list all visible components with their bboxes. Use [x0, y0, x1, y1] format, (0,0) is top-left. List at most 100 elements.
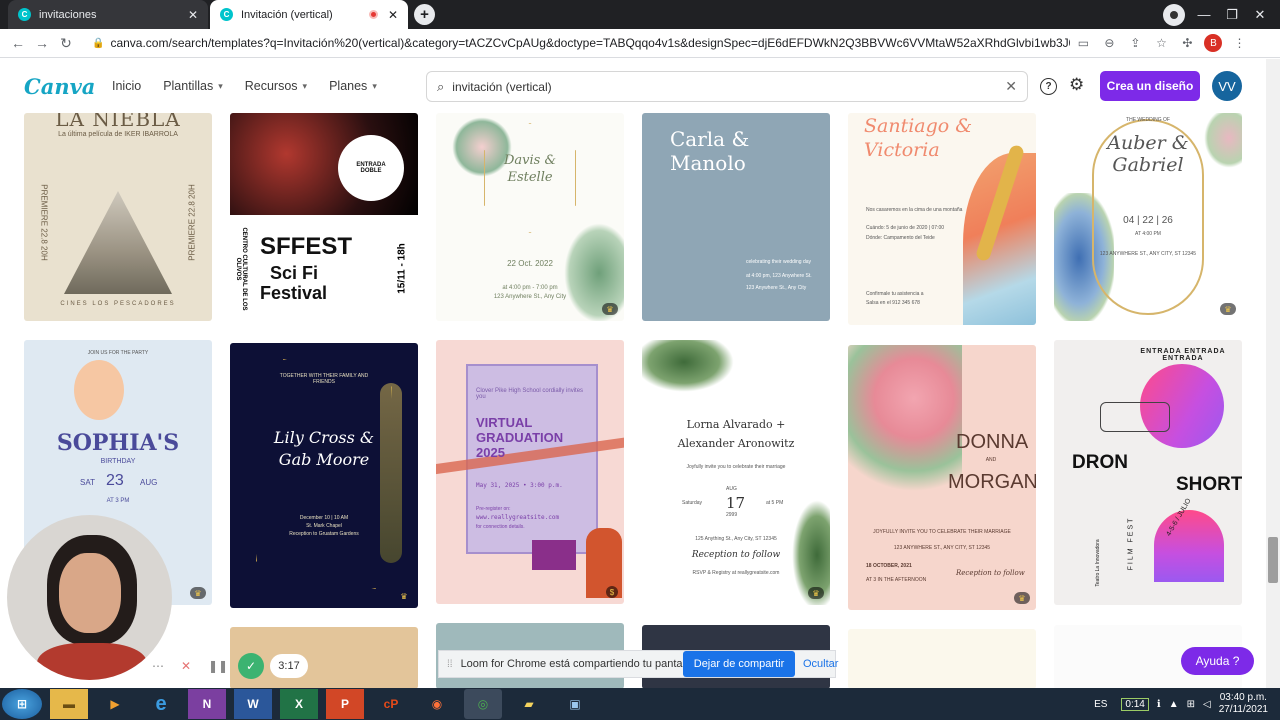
- window-app-icon[interactable]: ▣: [556, 689, 594, 719]
- card-side-text: CENTRO CULTURAL DE LOS OLIVOS: [235, 227, 247, 311]
- card-names: Lorna Alvarado + Alexander Aronowitz: [677, 418, 795, 450]
- window-controls: — ❐ ✕: [1190, 0, 1274, 29]
- url-field[interactable]: canva.com/search/templates?q=Invitación%…: [110, 36, 1070, 50]
- template-card-lorna-alexander[interactable]: Lorna Alvarado + Alexander Aronowitz Joy…: [642, 340, 830, 605]
- onenote-icon[interactable]: N: [188, 689, 226, 719]
- template-card-la-niebla[interactable]: LA NIEBLA La última película de IKER IBA…: [24, 113, 212, 321]
- start-button[interactable]: ⊞: [2, 689, 42, 719]
- card-stamp: ENTRADA DOBLE: [338, 135, 404, 201]
- zoom-icon[interactable]: ⊖: [1096, 36, 1122, 50]
- card-month: AUG: [726, 486, 737, 492]
- drone-illustration: [1100, 402, 1170, 432]
- nav-label: Recursos: [244, 79, 298, 93]
- card-time: AT 4:00 PM: [1135, 231, 1161, 237]
- language-indicator[interactable]: ES: [1094, 699, 1107, 710]
- close-tab-icon[interactable]: ✕: [186, 8, 200, 22]
- nav-label: Plantillas: [163, 79, 214, 93]
- card-footer: CINES LOS PESCADORES: [60, 301, 176, 307]
- loom-more-icon[interactable]: ⋯: [148, 652, 168, 680]
- battery-indicator[interactable]: 0:14: [1121, 697, 1149, 711]
- volume-icon[interactable]: ◁: [1203, 699, 1211, 710]
- template-card-carla-manolo[interactable]: Carla & Manolo celebrating their wedding…: [642, 113, 830, 321]
- more-menu-icon[interactable]: ⋮: [1226, 36, 1252, 50]
- internet-explorer-icon[interactable]: e: [142, 689, 180, 719]
- excel-icon[interactable]: X: [280, 689, 318, 719]
- network-icon[interactable]: ⊞: [1187, 699, 1195, 710]
- card-theatre: Teatro La Innovadora: [1095, 539, 1101, 587]
- lock-icon[interactable]: 🔒: [92, 38, 104, 49]
- extensions-icon[interactable]: ✣: [1174, 36, 1200, 50]
- card-side-text: FILM FEST: [1127, 516, 1135, 571]
- nav-planes[interactable]: Planes ▾: [329, 79, 377, 93]
- loom-pause-icon[interactable]: ❚❚: [206, 654, 230, 678]
- media-recording-icon[interactable]: [1163, 4, 1185, 26]
- magnolia-illustration: [848, 345, 962, 509]
- clock[interactable]: 03:40 p.m. 27/11/2021: [1219, 692, 1268, 716]
- help-icon[interactable]: ?: [1040, 78, 1057, 95]
- create-design-button[interactable]: Crea un diseño: [1100, 71, 1200, 101]
- file-explorer-icon[interactable]: ▬: [50, 689, 88, 719]
- scrollbar-thumb[interactable]: [1268, 537, 1278, 583]
- stop-sharing-button[interactable]: Dejar de compartir: [683, 651, 795, 677]
- drag-handle-icon[interactable]: ⁞⁞: [447, 659, 453, 670]
- chrome-icon[interactable]: ◎: [464, 689, 502, 719]
- card-reception: Reception to Gruatam Gardens: [289, 531, 359, 537]
- clear-search-icon[interactable]: ✕: [1005, 78, 1017, 95]
- nav-plantillas[interactable]: Plantillas ▾: [163, 79, 223, 93]
- user-avatar[interactable]: VV: [1212, 71, 1242, 101]
- cast-icon[interactable]: ▭: [1070, 36, 1096, 50]
- media-player-icon[interactable]: ▶: [96, 689, 134, 719]
- tab-invitacion-vertical[interactable]: C Invitación (vertical) ✕: [210, 0, 408, 29]
- nav-inicio[interactable]: Inicio: [112, 79, 141, 93]
- template-card-sffest[interactable]: ENTRADA DOBLE CENTRO CULTURAL DE LOS OLI…: [230, 113, 418, 321]
- firefox-icon[interactable]: ◉: [418, 689, 456, 719]
- card-arc-text: ENTRADA ENTRADA ENTRADA: [1140, 348, 1226, 362]
- reload-icon[interactable]: ↻: [54, 35, 78, 52]
- loom-sharing-text: Loom for Chrome está compartiendo tu pan…: [460, 658, 697, 670]
- word-icon[interactable]: W: [234, 689, 272, 719]
- loom-done-icon[interactable]: ✓: [238, 653, 264, 679]
- template-card-auber-gabriel[interactable]: THE WEDDING OF Auber & Gabriel 04 | 22 |…: [1054, 113, 1242, 321]
- maximize-icon[interactable]: ❐: [1218, 7, 1246, 23]
- bookmark-star-icon[interactable]: ☆: [1148, 36, 1174, 50]
- tab-invitaciones[interactable]: C invitaciones ✕: [8, 0, 208, 29]
- card-address: 123 ANYWHERE ST., ANY CITY, ST 12345: [893, 545, 991, 551]
- card-line: Dónde: Campamento del Teide: [866, 235, 935, 241]
- person-shirt: [37, 643, 147, 680]
- profile-avatar[interactable]: B: [1204, 34, 1223, 52]
- search-input[interactable]: ⌕ invitación (vertical) ✕: [426, 71, 1028, 102]
- powerpoint-icon[interactable]: P: [326, 689, 364, 719]
- new-tab-button[interactable]: +: [414, 4, 435, 25]
- template-card-davis-estelle[interactable]: Davis & Estelle 22 Oct. 2022 at 4:00 pm …: [436, 113, 624, 321]
- template-card-dron-short[interactable]: ENTRADA ENTRADA ENTRADA DRON SHORT FILM …: [1054, 340, 1242, 605]
- template-card-lily-gab[interactable]: TOGETHER WITH THEIR FAMILY AND FRIENDS L…: [230, 343, 418, 608]
- template-card-donna-morgan[interactable]: DONNA AND MORGAN JOYFULLY INVITE YOU TO …: [848, 345, 1036, 610]
- canva-header: Canva Inicio Plantillas ▾ Recursos ▾ Plane…: [0, 59, 1280, 113]
- card-title: VIRTUAL GRADUATION 2025: [476, 415, 564, 460]
- tray-expand-icon[interactable]: ▲: [1169, 699, 1179, 710]
- template-card-santiago-victoria[interactable]: Santiago & Victoria Nos casaremos en la …: [848, 113, 1036, 325]
- nav-recursos[interactable]: Recursos ▾: [245, 79, 307, 93]
- forward-icon[interactable]: →: [30, 35, 54, 51]
- help-button[interactable]: Ayuda ?: [1181, 647, 1254, 675]
- card-title: DRON: [1072, 452, 1128, 473]
- loom-cancel-icon[interactable]: ✕: [174, 654, 198, 678]
- close-window-icon[interactable]: ✕: [1246, 7, 1274, 23]
- card-line: Pre-register on:: [476, 506, 511, 512]
- back-icon[interactable]: ←: [6, 35, 30, 51]
- canva-logo[interactable]: Canva: [24, 74, 112, 99]
- minimize-icon[interactable]: —: [1190, 7, 1218, 22]
- laptop-illustration: [532, 540, 576, 570]
- close-tab-icon[interactable]: ✕: [386, 8, 400, 22]
- gear-icon[interactable]: ⚙: [1069, 75, 1084, 95]
- card-pretitle: Clover Pike High School cordially invite…: [476, 388, 584, 400]
- browser-tab-bar: C invitaciones ✕ C Invitación (vertical)…: [0, 0, 1280, 29]
- share-icon[interactable]: ⇪: [1122, 36, 1148, 50]
- scrollbar[interactable]: [1266, 59, 1280, 688]
- captivate-icon[interactable]: cP: [372, 689, 410, 719]
- sticky-notes-icon[interactable]: ▰: [510, 689, 548, 719]
- template-card-virtual-graduation[interactable]: Clover Pike High School cordially invite…: [436, 340, 624, 604]
- hide-button[interactable]: Ocultar: [803, 658, 838, 670]
- info-icon[interactable]: ℹ: [1157, 699, 1161, 710]
- template-card-partial[interactable]: [848, 629, 1036, 688]
